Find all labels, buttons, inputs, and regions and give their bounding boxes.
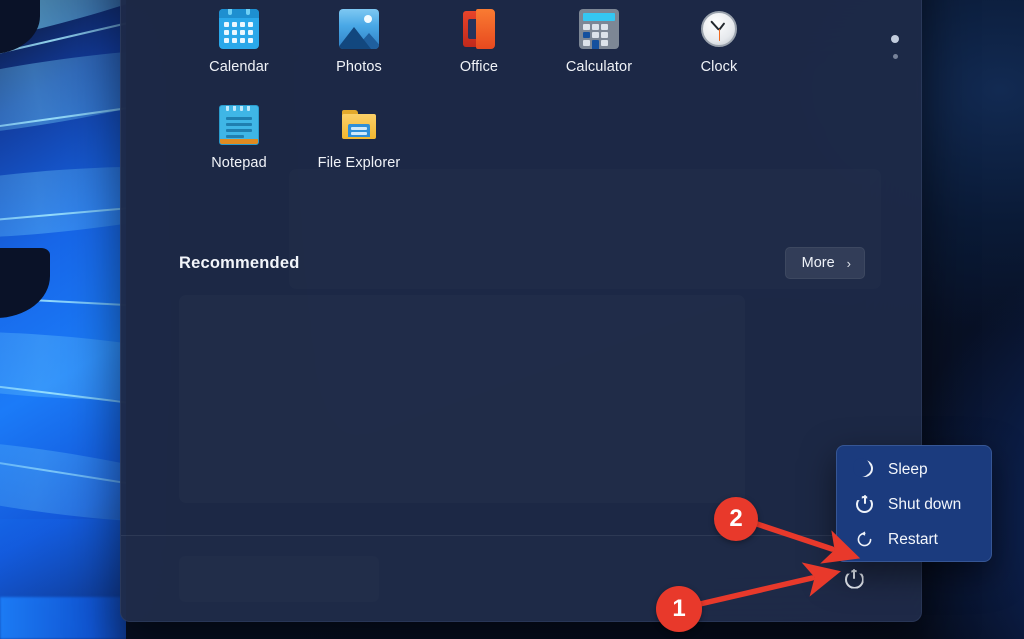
app-label: File Explorer <box>317 155 401 171</box>
notepad-icon <box>219 105 259 145</box>
annotation-marker-2: 2 <box>714 497 758 541</box>
app-tile-notepad[interactable]: Notepad <box>179 97 299 193</box>
page-dot[interactable] <box>892 54 898 59</box>
chevron-right-icon: › <box>846 255 851 271</box>
photos-icon <box>339 9 379 49</box>
app-label: Office <box>459 59 499 75</box>
recommended-header: Recommended More › <box>179 247 865 279</box>
annotation-number: 2 <box>729 505 743 532</box>
power-icon <box>855 495 874 514</box>
wallpaper-bloom-left <box>0 0 126 639</box>
folder-icon <box>339 105 379 145</box>
app-tile-calculator[interactable]: Calculator <box>539 1 659 97</box>
page-dot-active[interactable] <box>891 35 899 43</box>
office-icon <box>459 9 499 49</box>
start-menu-footer <box>121 535 921 621</box>
pinned-apps-grid: Calendar Photos Office Calculator Clock … <box>179 1 879 193</box>
calculator-icon <box>579 9 619 49</box>
calendar-icon <box>219 9 259 49</box>
power-menu-item-restart[interactable]: Restart <box>837 522 991 557</box>
app-tile-office[interactable]: Office <box>419 1 539 97</box>
power-menu-item-label: Sleep <box>888 460 928 478</box>
annotation-number: 1 <box>672 595 686 622</box>
app-label: Calendar <box>209 59 269 75</box>
power-menu-item-sleep[interactable]: Sleep <box>837 452 991 487</box>
start-menu: Calendar Photos Office Calculator Clock … <box>120 0 922 622</box>
app-tile-clock[interactable]: Clock <box>659 1 779 97</box>
app-label: Photos <box>336 59 382 75</box>
app-label: Clock <box>700 59 738 75</box>
power-menu-item-label: Restart <box>888 530 938 548</box>
pinned-page-indicator[interactable] <box>891 35 899 59</box>
app-label: Notepad <box>211 155 267 171</box>
power-icon <box>844 568 864 589</box>
app-tile-photos[interactable]: Photos <box>299 1 419 97</box>
power-menu: Sleep Shut down Restart <box>836 445 992 562</box>
restart-icon <box>855 530 874 549</box>
power-menu-item-shut-down[interactable]: Shut down <box>837 487 991 522</box>
more-button-label: More <box>801 255 835 271</box>
app-tile-file-explorer[interactable]: File Explorer <box>299 97 419 193</box>
app-label: Calculator <box>565 59 633 75</box>
user-account-button[interactable] <box>179 556 379 602</box>
recommended-list <box>179 295 745 503</box>
desktop-screen: Calendar Photos Office Calculator Clock … <box>0 0 1024 639</box>
more-button[interactable]: More › <box>784 247 865 279</box>
power-button[interactable] <box>837 562 871 596</box>
annotation-marker-1: 1 <box>656 586 702 632</box>
app-tile-calendar[interactable]: Calendar <box>179 1 299 97</box>
clock-icon <box>699 9 739 49</box>
moon-icon <box>853 458 874 479</box>
power-menu-item-label: Shut down <box>888 495 962 513</box>
pinned-apps-area: Calendar Photos Office Calculator Clock … <box>121 1 921 171</box>
recommended-title: Recommended <box>179 253 300 272</box>
